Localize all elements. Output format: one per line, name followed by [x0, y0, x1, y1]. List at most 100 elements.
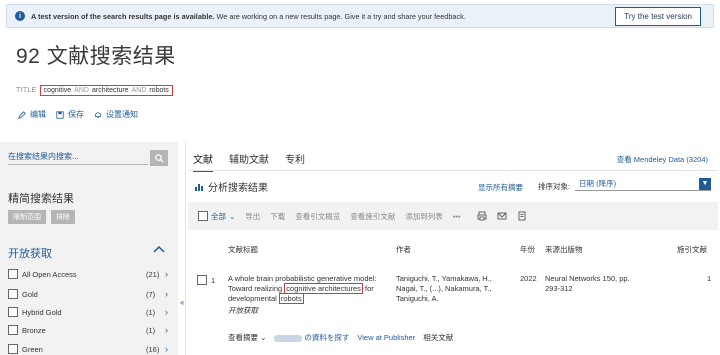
- chevron-right-icon[interactable]: ›: [165, 325, 168, 335]
- checkbox[interactable]: [8, 344, 18, 354]
- bibliography-icon[interactable]: [517, 211, 527, 221]
- result-title-link[interactable]: A whole brain probabilistic generative m…: [228, 274, 388, 304]
- column-header-title[interactable]: 文献标题: [228, 244, 258, 255]
- edit-button[interactable]: 编辑: [18, 109, 46, 120]
- query-term: architecture: [91, 87, 129, 94]
- column-header-source[interactable]: 来源出版物: [545, 244, 583, 255]
- filter-label: Bronze: [22, 325, 46, 335]
- view-abstract-label: 查看摘要: [228, 333, 258, 342]
- checkbox[interactable]: [8, 325, 18, 335]
- filter-count: (1): [146, 325, 156, 335]
- result-checkbox[interactable]: [197, 275, 207, 285]
- sidebar-divider: [185, 142, 186, 355]
- more-options-button[interactable]: •••: [453, 212, 461, 221]
- checkbox[interactable]: [8, 289, 18, 299]
- filter-hybrid-gold[interactable]: Hybrid Gold (1) ›: [8, 305, 173, 319]
- result-tabs: 文献 辅助文献 专利: [193, 151, 305, 172]
- tab-patents[interactable]: 专利: [285, 151, 305, 172]
- result-cited-count[interactable]: 1: [707, 274, 711, 283]
- result-source[interactable]: Neural Networks 150, pp. 293-312: [545, 274, 645, 294]
- tab-documents[interactable]: 文献: [193, 151, 213, 172]
- chevron-right-icon[interactable]: ›: [165, 269, 168, 279]
- title-highlight: robots: [278, 293, 304, 304]
- set-alert-button[interactable]: 设置通知: [94, 109, 138, 120]
- limit-to-button[interactable]: 限制范围: [8, 210, 46, 224]
- refine-results-title: 精简搜索结果: [8, 193, 74, 205]
- select-all[interactable]: 全部 ⌄: [198, 211, 235, 222]
- chevron-down-icon[interactable]: ⌄: [229, 212, 235, 221]
- add-to-list-button[interactable]: 添加到列表: [405, 211, 443, 222]
- open-access-label: 开放获取: [228, 306, 258, 315]
- page-title: 92 文献搜索结果: [16, 45, 176, 68]
- search-within-input[interactable]: 在搜索结果内搜索...: [8, 151, 148, 165]
- pencil-icon: [18, 110, 26, 119]
- citation-overview-button[interactable]: 查看引文概览: [295, 211, 340, 222]
- chevron-down-icon: ⌄: [260, 333, 267, 342]
- checkbox[interactable]: [198, 211, 208, 221]
- save-label: 保存: [68, 110, 84, 119]
- toolbar-icons: [477, 211, 527, 221]
- filter-count: (16): [146, 344, 160, 354]
- filter-count: (1): [146, 307, 156, 317]
- bell-icon: [95, 111, 101, 118]
- banner-text: A test version of the search results pag…: [31, 11, 466, 21]
- filter-green[interactable]: Green (16) ›: [8, 342, 173, 355]
- results-toolbar: 全部 ⌄ 导出 下载 查看引文概览 查看施引文献 添加到列表 •••: [188, 202, 718, 230]
- save-button[interactable]: 保存: [56, 109, 84, 120]
- query-operator: AND: [131, 87, 147, 94]
- chevron-up-icon[interactable]: [153, 244, 165, 254]
- filter-gold[interactable]: Gold (7) ›: [8, 287, 173, 301]
- mendeley-data-link[interactable]: 查看 Mendeley Data (3204): [617, 154, 708, 165]
- edit-label: 编辑: [30, 110, 46, 119]
- filter-all-open-access[interactable]: All Open Access (21) ›: [8, 267, 173, 281]
- checkbox[interactable]: [8, 269, 18, 279]
- search-button[interactable]: [150, 150, 168, 166]
- filter-label: All Open Access: [22, 269, 77, 279]
- chevron-right-icon[interactable]: ›: [165, 344, 168, 354]
- filter-bronze[interactable]: Bronze (1) ›: [8, 323, 173, 337]
- chevron-right-icon[interactable]: ›: [165, 289, 168, 299]
- column-header-authors[interactable]: 作者: [396, 244, 411, 255]
- related-documents-link[interactable]: 相关文献: [423, 332, 453, 343]
- filter-label: Green: [22, 344, 43, 354]
- analyze-label: 分析搜索结果: [208, 183, 268, 194]
- find-resource-link[interactable]: の資料を探す: [274, 332, 349, 343]
- tabs-divider: [188, 170, 718, 171]
- sort-label: 排序对象:: [538, 182, 571, 191]
- email-icon[interactable]: [497, 211, 507, 221]
- collapse-sidebar-icon[interactable]: «: [180, 298, 184, 307]
- chevron-right-icon[interactable]: ›: [165, 307, 168, 317]
- filter-count: (21): [146, 269, 160, 279]
- column-header-cited-by[interactable]: 施引文献: [677, 244, 707, 255]
- info-icon: i: [15, 11, 25, 21]
- export-button[interactable]: 导出: [245, 211, 260, 222]
- view-at-publisher-link[interactable]: View at Publisher: [357, 333, 415, 342]
- exclude-button[interactable]: 排除: [51, 210, 75, 224]
- try-test-version-button[interactable]: Try the test version: [615, 7, 701, 26]
- set-alert-label: 设置通知: [106, 110, 138, 119]
- result-links: 查看摘要 ⌄ の資料を探す View at Publisher 相关文献: [228, 332, 453, 343]
- institution-name-blurred: [274, 334, 303, 342]
- refine-buttons: 限制范围 排除: [8, 210, 75, 224]
- analyze-results-link[interactable]: 分析搜索结果: [194, 179, 268, 194]
- chevron-down-icon: ▼: [699, 178, 711, 190]
- show-all-abstracts-link[interactable]: 显示所有摘要: [478, 182, 523, 193]
- checkbox[interactable]: [8, 307, 18, 317]
- result-authors[interactable]: Taniguchi, T., Yamakawa, H., Nagai, T., …: [396, 274, 504, 304]
- result-number: 1: [211, 276, 216, 285]
- tab-secondary-documents[interactable]: 辅助文献: [229, 151, 269, 172]
- select-all-label: 全部: [211, 211, 226, 221]
- sort-value: 日期 (降序): [579, 179, 617, 188]
- open-access-title[interactable]: 开放获取: [8, 245, 52, 261]
- bar-chart-icon: [195, 183, 203, 191]
- filter-label: Gold: [22, 289, 38, 299]
- sort-select[interactable]: 日期 (降序) ▼: [575, 178, 711, 191]
- query-field-label: TITLE: [16, 87, 37, 94]
- search-icon: [154, 153, 164, 163]
- column-header-year[interactable]: 年份: [520, 244, 535, 255]
- view-abstract-link[interactable]: 查看摘要 ⌄: [228, 332, 266, 343]
- download-button[interactable]: 下载: [270, 211, 285, 222]
- print-icon[interactable]: [477, 211, 487, 221]
- query-box: cognitive AND architecture AND robots: [39, 85, 173, 96]
- cited-by-button[interactable]: 查看施引文献: [350, 211, 395, 222]
